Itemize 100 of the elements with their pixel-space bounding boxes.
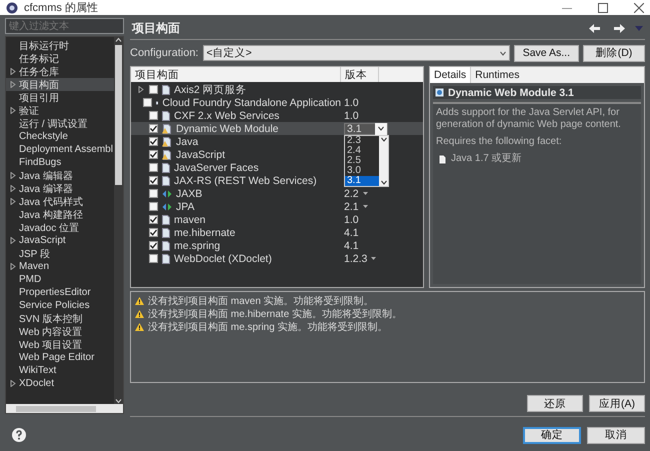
sidebar-item[interactable]: Java 代码样式	[6, 195, 114, 208]
sidebar-item[interactable]: 运行 / 调试设置	[6, 117, 114, 130]
version-option[interactable]: 3.1	[345, 176, 379, 186]
facet-name[interactable]: me.hibernate	[174, 226, 236, 238]
version-option[interactable]: 2.5	[345, 156, 379, 166]
version-dropdown[interactable]: 3.1	[344, 122, 388, 134]
checkbox[interactable]	[149, 215, 158, 224]
version-option[interactable]: 2.3	[345, 136, 379, 146]
facet-name[interactable]: JavaScript	[176, 148, 226, 160]
facet-name[interactable]: Axis2 网页服务	[174, 82, 247, 96]
facet-name[interactable]: JPA	[176, 200, 194, 212]
back-icon[interactable]	[589, 24, 600, 33]
facet-name[interactable]: Dynamic Web Module	[176, 122, 279, 134]
checkbox[interactable]	[149, 124, 158, 133]
checkbox[interactable]	[149, 254, 158, 263]
expand-icon[interactable]	[138, 86, 144, 93]
dropdown-icon[interactable]	[371, 257, 376, 260]
sidebar-item[interactable]: Javadoc 位置	[6, 221, 114, 234]
sidebar-item[interactable]: 任务仓库	[6, 65, 114, 78]
facet-name[interactable]: maven	[174, 214, 206, 226]
expand-icon[interactable]	[10, 380, 16, 387]
dialog-button[interactable]: 确定	[523, 426, 581, 444]
sidebar-item[interactable]: Web 项目设置	[6, 338, 114, 351]
scroll-down-icon[interactable]	[380, 179, 386, 186]
module-icon	[435, 88, 444, 97]
dialog-button[interactable]: 取消	[587, 426, 645, 444]
checkbox[interactable]	[149, 111, 158, 120]
sidebar-item[interactable]: Java 编译器	[6, 182, 114, 195]
forward-icon[interactable]	[614, 24, 625, 33]
tab[interactable]: Details	[430, 67, 472, 83]
dropdown-icon[interactable]	[362, 192, 368, 195]
facet-name[interactable]: Java	[176, 136, 198, 148]
facet-name[interactable]: me.spring	[174, 240, 220, 252]
configuration-label: Configuration:	[130, 47, 198, 59]
sidebar-item[interactable]: Checkstyle	[6, 130, 114, 143]
version-option[interactable]: 2.4	[345, 146, 379, 156]
sidebar-item[interactable]: 项目引用	[6, 91, 114, 104]
facet-name[interactable]: JavaServer Faces	[174, 162, 259, 174]
sidebar-item[interactable]: JSP 段	[6, 247, 114, 260]
sidebar-item[interactable]: SVN 版本控制	[6, 312, 114, 325]
facet-title: Dynamic Web Module 3.1	[433, 86, 641, 99]
sidebar-item[interactable]: Java 构建路径	[6, 208, 114, 221]
checkbox[interactable]	[149, 163, 158, 172]
checkbox[interactable]	[142, 98, 152, 107]
checkbox[interactable]	[149, 85, 158, 94]
facet-name[interactable]: JAXB	[176, 188, 202, 200]
config-button[interactable]: 删除(D)	[583, 44, 645, 62]
checkbox[interactable]	[149, 137, 158, 146]
maximize-icon[interactable]	[598, 2, 608, 12]
expand-icon[interactable]	[10, 237, 16, 244]
filter-field[interactable]: 键入过滤文本	[5, 18, 124, 34]
configuration-dropdown[interactable]: <自定义>	[202, 45, 510, 61]
checkbox[interactable]	[149, 150, 158, 159]
scroll-up-icon[interactable]	[380, 136, 386, 143]
scrollbar[interactable]	[379, 136, 388, 186]
close-icon[interactable]	[634, 2, 644, 12]
sidebar-item[interactable]: Maven	[6, 260, 114, 273]
version-text: 2.1	[344, 200, 359, 212]
checkbox[interactable]	[149, 189, 158, 198]
sidebar-item[interactable]: JavaScript	[6, 234, 114, 247]
facet-name[interactable]: Cloud Foundry Standalone Application	[162, 96, 341, 108]
sidebar-item[interactable]: Deployment Assembl	[6, 143, 114, 156]
facet-row[interactable]: Dynamic Web Module 3.1	[131, 122, 423, 135]
version-text: 2.2	[344, 188, 359, 200]
chevron-down-icon[interactable]	[378, 125, 384, 132]
warning-icon	[135, 296, 144, 304]
sidebar-item[interactable]: PropertiesEditor	[6, 286, 114, 299]
facet-name[interactable]: JAX-RS (REST Web Services)	[174, 174, 317, 186]
app-icon	[6, 2, 18, 14]
sidebar-item[interactable]: 验证	[6, 104, 114, 117]
checkbox[interactable]	[149, 202, 158, 211]
sidebar-item[interactable]: Service Policies	[6, 299, 114, 312]
action-button[interactable]: 应用(A)	[589, 395, 645, 412]
facet-name[interactable]: CXF 2.x Web Services	[174, 110, 280, 122]
expand-icon[interactable]	[10, 107, 16, 114]
facet-name[interactable]: WebDoclet (XDoclet)	[174, 252, 272, 264]
checkbox[interactable]	[149, 176, 158, 185]
column-header[interactable]: 版本	[341, 67, 379, 82]
action-button[interactable]: 还原	[527, 395, 583, 412]
sidebar-item[interactable]: 项目构面	[6, 78, 114, 91]
horizontal-scrollbar[interactable]	[6, 404, 123, 413]
help-icon[interactable]	[12, 428, 26, 442]
sidebar-item[interactable]: FindBugs	[6, 156, 114, 169]
sidebar-item[interactable]: PMD	[6, 273, 114, 286]
sidebar-item[interactable]: Web Page Editor	[6, 351, 114, 364]
sidebar-item[interactable]: XDoclet	[6, 377, 114, 390]
sidebar-item[interactable]: 目标运行时	[6, 39, 114, 52]
chevron-down-icon[interactable]	[500, 50, 506, 56]
expand-icon[interactable]	[10, 263, 16, 270]
column-header[interactable]: 项目构面	[131, 67, 341, 82]
version-option[interactable]: 3.0	[345, 166, 379, 176]
sidebar-item[interactable]: Web 内容设置	[6, 325, 114, 338]
sidebar-item[interactable]: Java 编辑器	[6, 169, 114, 182]
checkbox[interactable]	[149, 228, 158, 237]
checkbox[interactable]	[149, 241, 158, 250]
sidebar-item[interactable]: WikiText	[6, 364, 114, 377]
sidebar-item[interactable]: 任务标记	[6, 52, 114, 65]
module-icon	[162, 124, 172, 134]
config-button[interactable]: Save As...	[514, 44, 579, 62]
dropdown-icon[interactable]	[362, 205, 368, 208]
